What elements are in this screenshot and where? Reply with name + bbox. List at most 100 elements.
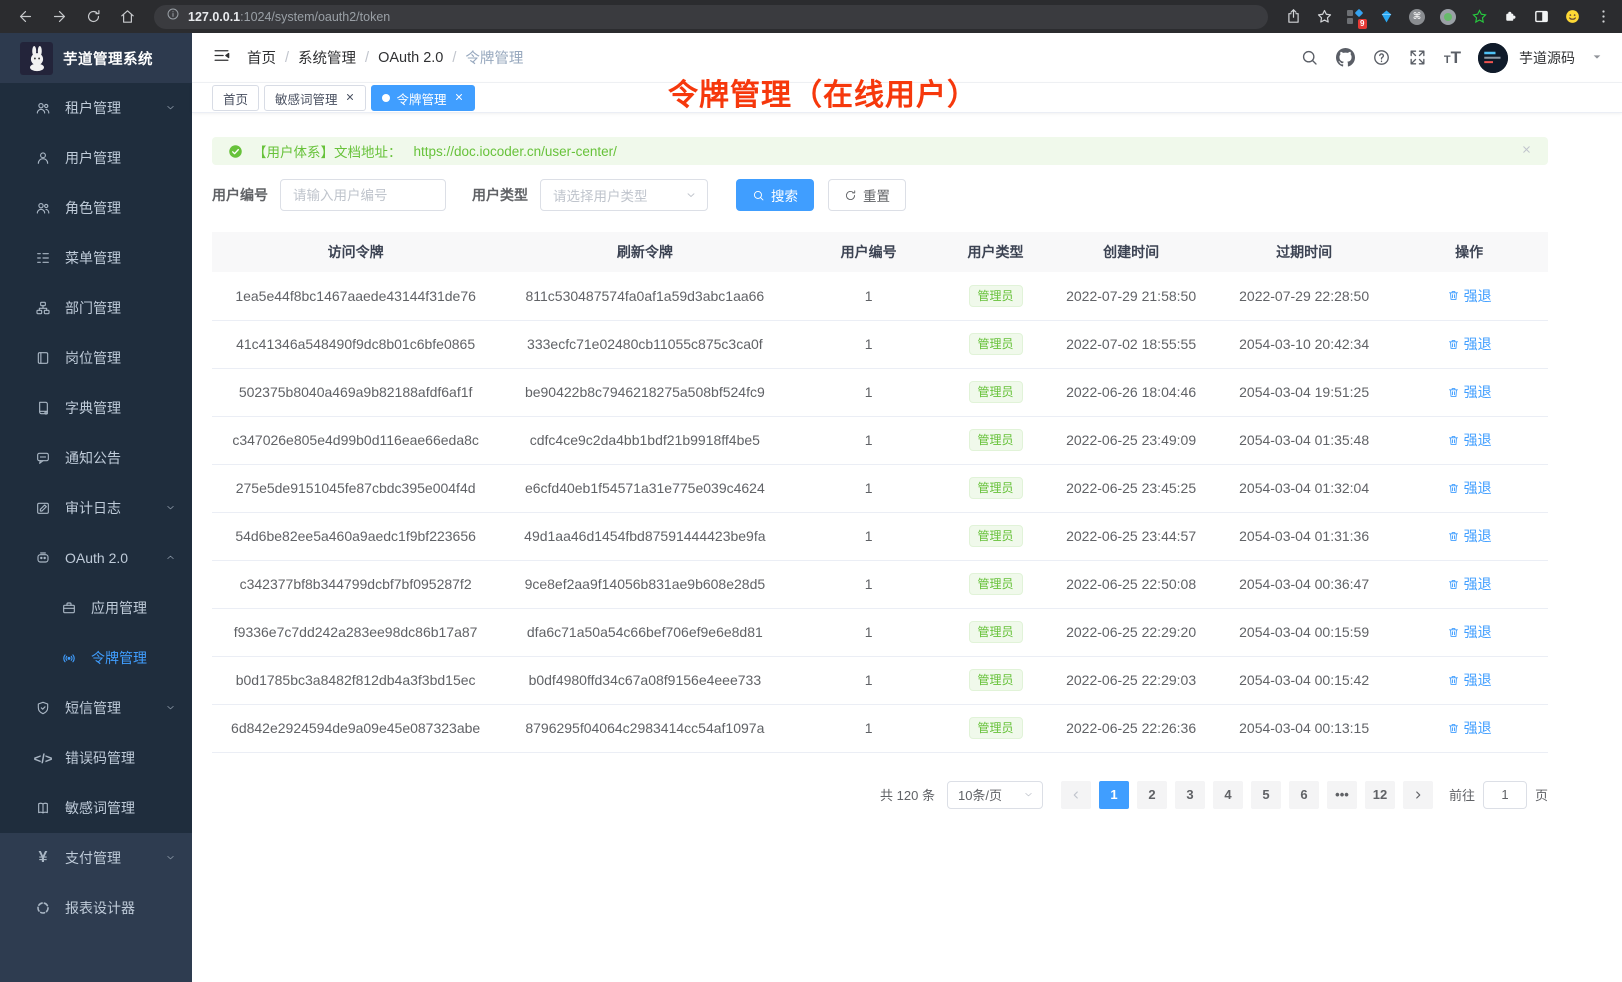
tab-home[interactable]: 首页	[212, 85, 259, 111]
breadcrumb-system[interactable]: 系统管理	[298, 47, 356, 68]
reload-button[interactable]	[78, 4, 108, 30]
side-panel-icon[interactable]	[1532, 8, 1550, 26]
profile-emoji-icon[interactable]	[1563, 8, 1581, 26]
page-button-2[interactable]: 2	[1137, 781, 1167, 809]
extension-recorder-icon[interactable]	[1439, 8, 1457, 26]
forward-button[interactable]	[44, 4, 74, 30]
breadcrumb-oauth2[interactable]: OAuth 2.0	[378, 50, 443, 66]
force-logout-button[interactable]: 强退	[1447, 478, 1492, 498]
tab-token[interactable]: 令牌管理	[371, 85, 475, 111]
extension-tag-assistant-icon[interactable]: 9	[1346, 8, 1364, 26]
page-button-6[interactable]: 6	[1289, 781, 1319, 809]
sidebar-item-report-designer[interactable]: 报表设计器	[0, 883, 192, 933]
breadcrumb-home[interactable]: 首页	[247, 47, 276, 68]
force-logout-button[interactable]: 强退	[1447, 334, 1492, 354]
github-icon[interactable]	[1336, 48, 1355, 67]
page-size-value: 10条/页	[958, 785, 1023, 804]
close-icon[interactable]	[1521, 142, 1532, 160]
sidebar-item-pay[interactable]: ¥ 支付管理	[0, 833, 192, 883]
open-book-icon	[34, 800, 52, 816]
goto-page-input[interactable]	[1483, 781, 1527, 809]
force-logout-label: 强退	[1464, 478, 1492, 498]
cell-access-token: c342377bf8b344799dcbf7bf095287f2	[212, 560, 499, 608]
sidebar-item-label: 审计日志	[65, 498, 121, 518]
sidebar-collapse-icon[interactable]	[212, 46, 231, 70]
page-button-12[interactable]: 12	[1365, 781, 1395, 809]
force-logout-button[interactable]: 强退	[1447, 430, 1492, 450]
tab-sensitive-word[interactable]: 敏感词管理	[264, 85, 366, 111]
force-logout-button[interactable]: 强退	[1447, 382, 1492, 402]
cell-actions: 强退	[1390, 608, 1548, 656]
fullscreen-icon[interactable]	[1408, 48, 1427, 67]
sidebar-item-audit-log[interactable]: 审计日志	[0, 483, 192, 533]
page-button-5[interactable]: 5	[1251, 781, 1281, 809]
doc-link[interactable]: https://doc.iocoder.cn/user-center/	[414, 144, 617, 159]
page-button-4[interactable]: 4	[1213, 781, 1243, 809]
sidebar-item-sms[interactable]: 短信管理	[0, 683, 192, 733]
active-dot	[382, 94, 390, 102]
sidebar-item-errcode[interactable]: </> 错误码管理	[0, 733, 192, 783]
sidebar-item-notice[interactable]: 通知公告	[0, 433, 192, 483]
extension-green-star-icon[interactable]	[1470, 8, 1488, 26]
sidebar-item-oauth2[interactable]: OAuth 2.0	[0, 533, 192, 583]
sidebar-item-tenant[interactable]: 租户管理	[0, 83, 192, 133]
search-button[interactable]: 搜索	[736, 179, 814, 211]
url-bar[interactable]: 127.0.0.1:1024/system/oauth2/token	[154, 5, 1268, 29]
table-row: 1ea5e44f8bc1467aaede43144f31de76811c5304…	[212, 272, 1548, 320]
sidebar-item-menu[interactable]: 菜单管理	[0, 233, 192, 283]
extension-gem-icon[interactable]	[1377, 8, 1395, 26]
sidebar-item-oauth2-app[interactable]: 应用管理	[0, 583, 192, 633]
page-ellipsis[interactable]: •••	[1327, 781, 1357, 809]
search-icon[interactable]	[1300, 48, 1319, 67]
force-logout-button[interactable]: 强退	[1447, 718, 1492, 738]
bookmark-star-icon[interactable]	[1315, 8, 1333, 26]
force-logout-button[interactable]: 强退	[1447, 622, 1492, 642]
chevron-down-icon[interactable]	[1592, 49, 1602, 67]
user-avatar[interactable]	[1478, 43, 1508, 73]
back-button[interactable]	[10, 4, 40, 30]
reset-button[interactable]: 重置	[828, 179, 906, 211]
force-logout-button[interactable]: 强退	[1447, 526, 1492, 546]
username[interactable]: 芋道源码	[1519, 48, 1575, 68]
user-id-input[interactable]	[280, 179, 446, 211]
browser-menu-icon[interactable]	[1594, 8, 1612, 26]
col-actions: 操作	[1390, 232, 1548, 272]
page-size-select[interactable]: 10条/页	[947, 781, 1043, 809]
page-button-3[interactable]: 3	[1175, 781, 1205, 809]
sidebar-item-post[interactable]: 岗位管理	[0, 333, 192, 383]
sidebar-item-dict[interactable]: 字典管理	[0, 383, 192, 433]
select-placeholder: 请选择用户类型	[553, 185, 685, 205]
sidebar-item-dept[interactable]: 部门管理	[0, 283, 192, 333]
cell-user-id: 1	[790, 368, 946, 416]
font-size-icon[interactable]: TT	[1444, 49, 1461, 66]
cell-refresh-token: dfa6c71a50a54c66bef706ef9e6e8d81	[499, 608, 790, 656]
app-logo[interactable]: 芋道管理系统	[0, 33, 192, 83]
close-icon[interactable]	[454, 91, 464, 105]
sidebar-item-role[interactable]: 角色管理	[0, 183, 192, 233]
trash-icon	[1447, 434, 1460, 447]
prev-page-button[interactable]	[1061, 781, 1091, 809]
user-type-tag: 管理员	[969, 621, 1023, 643]
home-button[interactable]	[112, 4, 142, 30]
help-icon[interactable]	[1372, 48, 1391, 67]
share-icon[interactable]	[1284, 8, 1302, 26]
extensions-puzzle-icon[interactable]	[1501, 8, 1519, 26]
sidebar-item-user[interactable]: 用户管理	[0, 133, 192, 183]
sidebar-item-sensitive-word[interactable]: 敏感词管理	[0, 783, 192, 833]
edit-log-icon	[34, 500, 52, 516]
sidebar-item-label: 菜单管理	[65, 248, 121, 268]
cell-access-token: 502375b8040a469a9b82188afdf6af1f	[212, 368, 499, 416]
search-icon	[752, 189, 765, 202]
check-circle-icon	[228, 144, 243, 159]
close-icon[interactable]	[345, 91, 355, 105]
user-type-select[interactable]: 请选择用户类型	[540, 179, 708, 211]
force-logout-button[interactable]: 强退	[1447, 670, 1492, 690]
next-page-button[interactable]	[1403, 781, 1433, 809]
extension-shortcut-icon[interactable]: ⌘	[1408, 8, 1426, 26]
page-info-icon[interactable]	[166, 7, 180, 26]
force-logout-button[interactable]: 强退	[1447, 574, 1492, 594]
page-button-1[interactable]: 1	[1099, 781, 1129, 809]
force-logout-button[interactable]: 强退	[1447, 286, 1492, 306]
role-users-icon	[34, 200, 52, 216]
sidebar-item-oauth2-token[interactable]: 令牌管理	[0, 633, 192, 683]
